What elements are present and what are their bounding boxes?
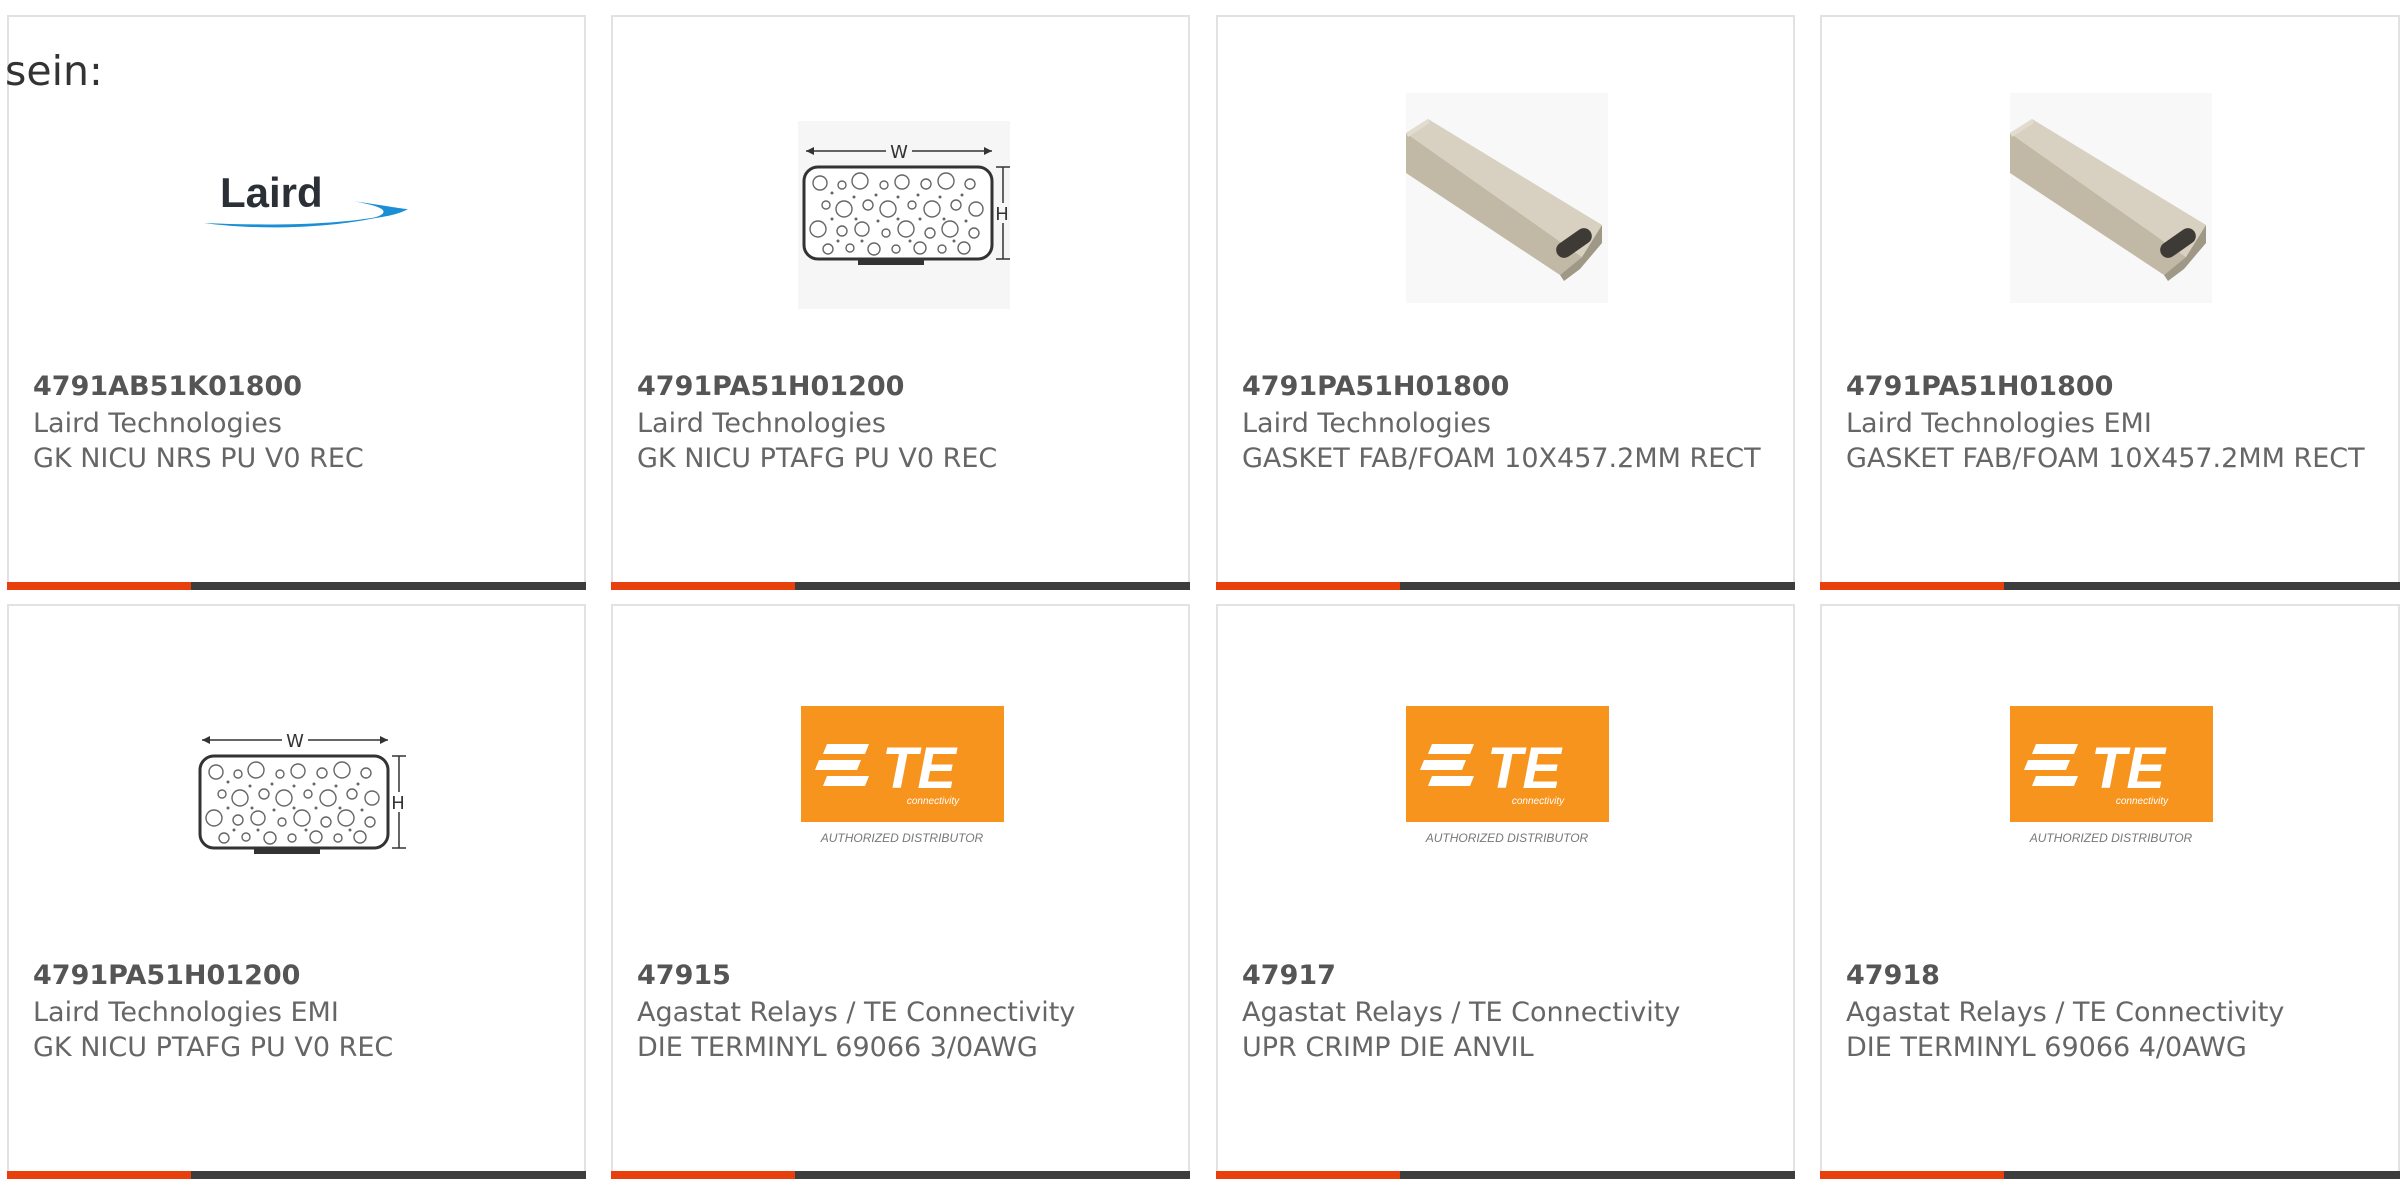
card-footer-bar — [1216, 1171, 1795, 1179]
te-logo-sub: connectivity — [907, 796, 960, 807]
product-image[interactable]: TE connectivity AUTHORIZED DISTRIBUTOR — [1218, 606, 1793, 946]
te-logo-icon: TE connectivity AUTHORIZED DISTRIBUTOR — [2010, 706, 2213, 845]
card-footer-bar — [7, 582, 586, 590]
gasket-diagram-icon: W H — [798, 121, 1010, 309]
te-logo-text: TE — [2091, 736, 2167, 801]
manufacturer: Agastat Relays / TE Connectivity — [1846, 997, 2285, 1028]
product-card[interactable]: TE connectivity AUTHORIZED DISTRIBUTOR 4… — [1216, 604, 1795, 1179]
description: GK NICU NRS PU V0 REC — [33, 443, 364, 474]
product-card[interactable]: 4791PA51H01800 Laird Technologies GASKET… — [1216, 15, 1795, 590]
product-card[interactable]: W H 4791PA51H01200 Laird Technologies EM… — [7, 604, 586, 1179]
laird-logo-text: Laird — [220, 169, 323, 216]
product-image[interactable] — [1822, 17, 2398, 357]
part-number[interactable]: 47915 — [637, 960, 731, 991]
card-footer-bar — [611, 1171, 1190, 1179]
product-card[interactable]: TE connectivity AUTHORIZED DISTRIBUTOR 4… — [611, 604, 1190, 1179]
te-logo-sub: connectivity — [2116, 796, 2169, 807]
description: GASKET FAB/FOAM 10X457.2MM RECT — [1846, 443, 2365, 474]
diagram-h-label: H — [391, 793, 405, 814]
manufacturer: Agastat Relays / TE Connectivity — [1242, 997, 1681, 1028]
description: GASKET FAB/FOAM 10X457.2MM RECT — [1242, 443, 1761, 474]
te-logo-icon: TE connectivity AUTHORIZED DISTRIBUTOR — [801, 706, 1004, 845]
product-image[interactable] — [1218, 17, 1793, 357]
part-number[interactable]: 47917 — [1242, 960, 1336, 991]
product-image[interactable]: W H — [613, 17, 1188, 357]
description: GK NICU PTAFG PU V0 REC — [33, 1032, 394, 1063]
part-number[interactable]: 47918 — [1846, 960, 1940, 991]
description: GK NICU PTAFG PU V0 REC — [637, 443, 998, 474]
manufacturer: Laird Technologies EMI — [1846, 408, 2152, 439]
card-footer-bar — [1216, 582, 1795, 590]
product-card[interactable]: TE connectivity AUTHORIZED DISTRIBUTOR 4… — [1820, 604, 2400, 1179]
te-logo-icon: TE connectivity AUTHORIZED DISTRIBUTOR — [1406, 706, 1609, 845]
card-footer-bar — [1820, 1171, 2400, 1179]
foam-strip-icon — [1406, 93, 1608, 303]
product-image[interactable]: TE connectivity AUTHORIZED DISTRIBUTOR — [1822, 606, 2398, 946]
manufacturer: Laird Technologies EMI — [33, 997, 339, 1028]
description: DIE TERMINYL 69066 3/0AWG — [637, 1032, 1038, 1063]
manufacturer: Laird Technologies — [33, 408, 282, 439]
card-footer-bar — [611, 582, 1190, 590]
card-footer-bar — [1820, 582, 2400, 590]
te-logo-text: TE — [1487, 736, 1563, 801]
diagram-h-label: H — [995, 204, 1009, 225]
description: UPR CRIMP DIE ANVIL — [1242, 1032, 1534, 1063]
gasket-diagram-icon: W H — [198, 730, 406, 854]
product-image[interactable]: TE connectivity AUTHORIZED DISTRIBUTOR — [613, 606, 1188, 946]
manufacturer: Laird Technologies — [637, 408, 886, 439]
te-logo-caption: AUTHORIZED DISTRIBUTOR — [2029, 831, 2193, 845]
product-card[interactable]: W H 4791PA51H01200 Laird Technologies GK… — [611, 15, 1190, 590]
foam-strip-icon — [2010, 93, 2212, 303]
te-logo-sub: connectivity — [1512, 796, 1565, 807]
te-logo-caption: AUTHORIZED DISTRIBUTOR — [1425, 831, 1589, 845]
intro-text: sein: — [5, 47, 103, 95]
product-image[interactable]: W H — [9, 606, 584, 946]
part-number[interactable]: 4791PA51H01800 — [1242, 371, 1509, 402]
manufacturer: Agastat Relays / TE Connectivity — [637, 997, 1076, 1028]
part-number[interactable]: 4791PA51H01200 — [637, 371, 904, 402]
part-number[interactable]: 4791PA51H01800 — [1846, 371, 2113, 402]
card-footer-bar — [7, 1171, 586, 1179]
te-logo-text: TE — [882, 736, 958, 801]
product-card[interactable]: Laird 4791AB51K01800 Laird Technologies … — [7, 15, 586, 590]
te-logo-caption: AUTHORIZED DISTRIBUTOR — [820, 831, 984, 845]
manufacturer: Laird Technologies — [1242, 408, 1491, 439]
part-number[interactable]: 4791PA51H01200 — [33, 960, 300, 991]
diagram-w-label: W — [286, 731, 304, 752]
product-card[interactable]: 4791PA51H01800 Laird Technologies EMI GA… — [1820, 15, 2400, 590]
part-number[interactable]: 4791AB51K01800 — [33, 371, 302, 402]
description: DIE TERMINYL 69066 4/0AWG — [1846, 1032, 2247, 1063]
laird-logo-icon: Laird — [204, 169, 408, 228]
diagram-w-label: W — [890, 142, 908, 163]
